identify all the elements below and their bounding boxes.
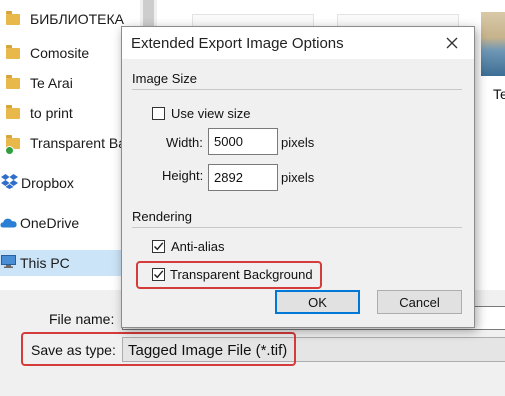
export-options-dialog: Extended Export Image Options Image Size…	[121, 26, 475, 328]
folder-icon	[6, 104, 20, 119]
anti-alias-label: Anti-alias	[171, 239, 225, 254]
ok-button[interactable]: OK	[275, 290, 360, 314]
nav-item-this-pc[interactable]: This PC	[0, 250, 140, 276]
nav-item-label: This PC	[20, 255, 70, 271]
this-pc-icon	[1, 255, 16, 271]
nav-item-folder-5[interactable]: Transparent Background	[0, 130, 140, 156]
sync-status-icon	[5, 146, 14, 155]
dialog-titlebar[interactable]: Extended Export Image Options	[122, 27, 474, 59]
image-size-group-title: Image Size	[132, 71, 198, 86]
navigation-pane: БИБЛИОТЕКА Comosite Te Arai to print Tra…	[0, 0, 140, 290]
transparent-background-label: Transparent Background	[170, 267, 313, 282]
close-button[interactable]	[430, 27, 474, 59]
folder-icon	[6, 74, 20, 89]
nav-item-label: Comosite	[30, 45, 90, 61]
height-input[interactable]	[208, 164, 278, 191]
folder-icon	[6, 44, 20, 59]
thumbnail-caption: Te	[493, 86, 505, 102]
rendering-group-title: Rendering	[132, 209, 192, 224]
width-input[interactable]	[208, 128, 278, 155]
onedrive-icon	[0, 215, 17, 231]
group-divider	[132, 89, 462, 90]
nav-item-label: OneDrive	[20, 215, 80, 231]
transparent-background-checkbox[interactable]	[152, 268, 165, 281]
nav-item-folder-3[interactable]: Te Arai	[0, 70, 140, 96]
height-unit: pixels	[281, 170, 315, 185]
width-label: Width:	[166, 135, 203, 150]
checkmark-icon	[154, 242, 164, 251]
nav-item-label: Te Arai	[30, 75, 73, 91]
group-divider	[132, 227, 462, 228]
nav-item-onedrive[interactable]: OneDrive	[0, 210, 140, 236]
filename-label: File name:	[49, 311, 115, 327]
dropbox-icon	[1, 174, 18, 192]
checkmark-icon	[154, 270, 164, 279]
dialog-title: Extended Export Image Options	[131, 35, 344, 52]
nav-item-label: Dropbox	[21, 175, 74, 191]
use-view-size-checkbox[interactable]	[152, 107, 165, 120]
save-as-type-highlight	[21, 332, 296, 366]
close-icon	[446, 37, 458, 49]
use-view-size-label: Use view size	[171, 106, 251, 121]
cancel-button[interactable]: Cancel	[377, 290, 462, 314]
folder-icon	[6, 10, 20, 25]
width-unit: pixels	[281, 135, 315, 150]
nav-item-label: to print	[30, 105, 73, 121]
nav-item-folder-1[interactable]: БИБЛИОТЕКА	[0, 6, 140, 32]
nav-item-folder-4[interactable]: to print	[0, 100, 140, 126]
height-label: Height:	[162, 168, 204, 183]
nav-item-folder-2[interactable]: Comosite	[0, 40, 140, 66]
anti-alias-checkbox[interactable]	[152, 240, 165, 253]
image-thumbnail[interactable]	[481, 12, 505, 76]
nav-item-dropbox[interactable]: Dropbox	[0, 170, 140, 196]
nav-item-label: БИБЛИОТЕКА	[30, 11, 124, 27]
